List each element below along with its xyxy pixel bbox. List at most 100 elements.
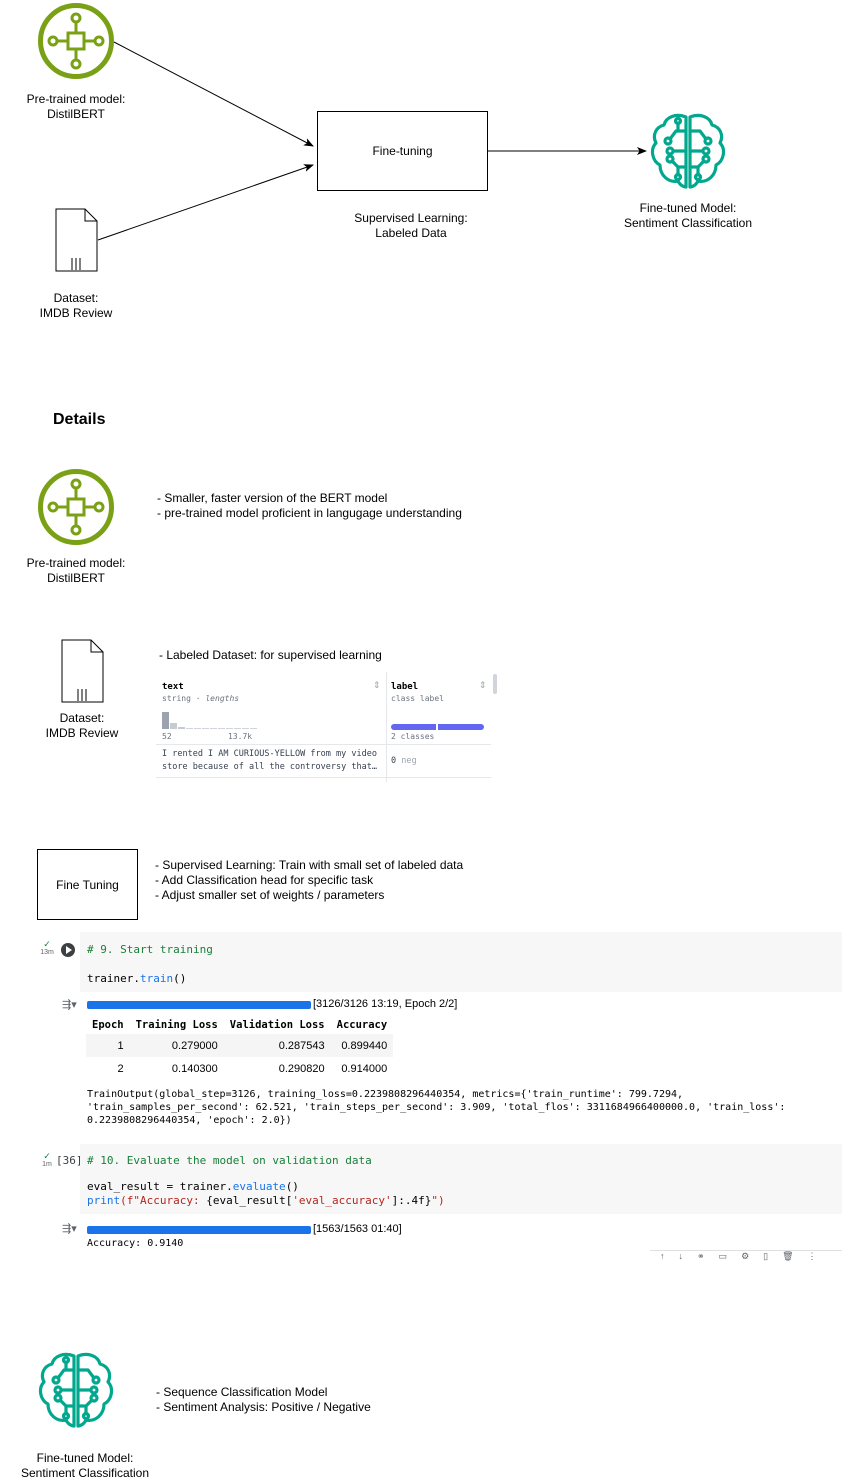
caption-line: Supervised Learning: xyxy=(354,211,468,225)
table-cell: 0.914000 xyxy=(341,1062,388,1075)
caption-line: DistilBERT xyxy=(47,571,105,585)
caption-line: IMDB Review xyxy=(39,306,113,320)
row-divider xyxy=(387,744,491,745)
output-toggle-icon[interactable]: ⇶▾ xyxy=(62,1222,77,1235)
finetuning-box: Fine-tuning xyxy=(317,111,488,191)
column-name: label xyxy=(391,682,419,692)
code-text: eval_result = trainer. xyxy=(87,1180,233,1193)
caption-line: Fine-tuned Model: xyxy=(36,1451,134,1465)
caption-line: Labeled Data xyxy=(375,226,447,240)
caption-line: Sentiment Classification xyxy=(623,216,753,230)
finetune-bullets: - Supervised Learning: Train with small … xyxy=(155,858,463,903)
table-header: Accuracy xyxy=(336,1019,388,1031)
code-string: 'eval_accuracy' xyxy=(292,1194,392,1207)
finetuning-detail-label: Fine Tuning xyxy=(56,877,119,892)
table-header: Training Loss xyxy=(135,1019,218,1031)
caption-line: Sentiment Classification xyxy=(20,1466,150,1480)
code-cell-2[interactable]: # 10. Evaluate the model on validation d… xyxy=(80,1144,842,1214)
table-header: Epoch xyxy=(92,1019,124,1031)
column-type: string · lengths xyxy=(162,694,239,703)
settings-icon[interactable]: ⚙ xyxy=(741,1251,749,1262)
bullet-line: - Sentiment Analysis: Positive / Negativ… xyxy=(156,1400,371,1414)
arrow-model-to-finetuning xyxy=(113,41,314,147)
notebook-screenshot: ✓ 13m # 9. Start training trainer.train(… xyxy=(36,932,842,1262)
progress-bar-2 xyxy=(87,1226,311,1234)
column-name: text xyxy=(162,682,184,692)
progress-bar-1 xyxy=(87,1001,311,1009)
class-bar-pos xyxy=(438,724,484,730)
move-up-icon[interactable]: ↑ xyxy=(660,1251,665,1262)
finetuned-caption-detail: Fine-tuned Model: Sentiment Classificati… xyxy=(5,1451,165,1481)
check-icon: ✓ xyxy=(43,939,51,949)
row-label-value: 0 xyxy=(391,756,397,766)
code-cell-1[interactable]: # 9. Start training trainer.train() xyxy=(80,932,842,992)
class-bar-neg xyxy=(391,724,436,730)
code-line: print(f"Accuracy: {eval_result['eval_acc… xyxy=(87,1194,445,1207)
code-text: {eval_result[ xyxy=(206,1194,293,1207)
more-icon[interactable]: ⋮ xyxy=(808,1251,817,1262)
label-column: label ⇕ class label 2 classes 0 neg xyxy=(387,672,491,782)
comment-icon[interactable]: ▭ xyxy=(719,1251,728,1262)
move-down-icon[interactable]: ↓ xyxy=(679,1251,684,1262)
table-cell: 0.140300 xyxy=(171,1062,218,1075)
code-text: () xyxy=(285,1180,299,1193)
dataset-bullet: - Labeled Dataset: for supervised learni… xyxy=(159,648,382,662)
sort-icon[interactable]: ⇕ xyxy=(479,680,487,691)
progress-text-1: [3126/3126 13:19, Epoch 2/2] xyxy=(313,998,458,1010)
sort-icon[interactable]: ⇕ xyxy=(373,680,381,691)
bullet-line: - Supervised Learning: Train with small … xyxy=(155,858,464,872)
delete-icon[interactable]: 🗑 xyxy=(782,1251,793,1262)
finetuning-label: Fine-tuning xyxy=(372,144,433,158)
run-cell-button[interactable] xyxy=(61,943,75,957)
link-icon[interactable]: ⚭ xyxy=(697,1251,705,1262)
brain-icon xyxy=(38,1352,114,1428)
cell-time: 1m xyxy=(42,1161,52,1168)
row-text: I rented I AM CURIOUS-YELLOW from my vid… xyxy=(162,748,377,774)
row-divider xyxy=(156,777,386,778)
code-line: trainer.train() xyxy=(87,972,187,985)
finetuned-caption-top: Fine-tuned Model: Sentiment Classificati… xyxy=(608,201,768,231)
row-label-name: neg xyxy=(401,756,417,766)
caption-line: Dataset: xyxy=(53,291,99,305)
cell-toolbar: ↑ ↓ ⚭ ▭ ⚙ ▯ 🗑 ⋮ xyxy=(650,1250,842,1262)
bullet-line: - pre-trained model proficient in langug… xyxy=(157,506,462,520)
scrollbar[interactable] xyxy=(493,674,497,694)
length-histogram xyxy=(162,712,257,729)
column-type: class label xyxy=(391,694,444,703)
code-comment: # 10. Evaluate the model on validation d… xyxy=(87,1154,372,1167)
table-header: Validation Loss xyxy=(229,1019,325,1031)
finetuned-bullets: - Sequence Classification Model - Sentim… xyxy=(156,1385,371,1415)
cell-status: ✓ 1m xyxy=(38,1152,56,1169)
caption-line: IMDB Review xyxy=(45,726,119,740)
table-cell: 0.290820 xyxy=(278,1062,325,1075)
finetuning-detail-box: Fine Tuning xyxy=(37,849,138,920)
table-cell: 0.899440 xyxy=(330,1034,394,1057)
row-text-line: store because of all the controversy tha… xyxy=(162,762,377,772)
code-text: ]:.4f} xyxy=(391,1194,432,1207)
code-string: (f"Accuracy: xyxy=(120,1194,207,1207)
code-line: # 10. Evaluate the model on validation d… xyxy=(87,1154,372,1167)
code-line: # 9. Start training xyxy=(87,943,213,956)
pretrained-caption-top: Pre-trained model: DistilBERT xyxy=(16,92,136,122)
dataset-caption-detail: Dataset: IMDB Review xyxy=(22,711,142,741)
pretrained-model-icon xyxy=(38,469,114,545)
code-function: train xyxy=(139,972,174,985)
caption-line: DistilBERT xyxy=(47,107,105,121)
table-row: 2 0.140300 0.290820 0.914000 xyxy=(86,1057,393,1080)
table-row: 1 0.279000 0.287543 0.899440 xyxy=(86,1034,394,1057)
execution-count: [36] xyxy=(56,1154,83,1167)
code-function: evaluate xyxy=(232,1180,286,1193)
training-table: Epoch Training Loss Validation Loss Accu… xyxy=(86,1016,394,1080)
mirror-icon[interactable]: ▯ xyxy=(763,1251,768,1262)
code-string: ") xyxy=(431,1194,445,1207)
pretrained-model-icon xyxy=(38,3,114,79)
caption-line: Pre-trained model: xyxy=(26,556,126,570)
document-icon xyxy=(55,208,98,272)
table-cell: 0.287543 xyxy=(223,1034,331,1057)
cell-time: 13m xyxy=(40,949,54,956)
output-toggle-icon[interactable]: ⇶▾ xyxy=(62,998,77,1011)
code-function: print xyxy=(87,1194,121,1207)
output-line: TrainOutput(global_step=3126, training_l… xyxy=(87,1089,684,1100)
code-object: trainer xyxy=(87,972,134,985)
dataset-caption-top: Dataset: IMDB Review xyxy=(16,291,136,321)
